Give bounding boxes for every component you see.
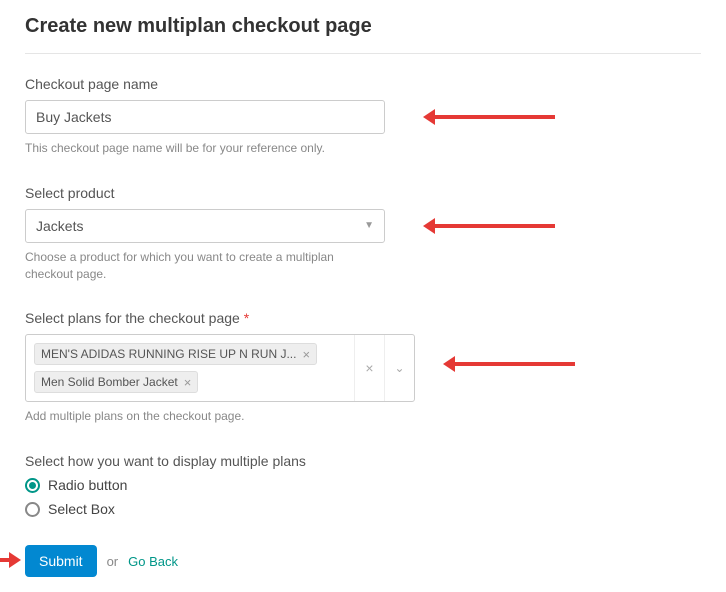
checkout-name-input[interactable]	[25, 100, 385, 134]
close-icon[interactable]: ×	[184, 376, 192, 389]
page-title: Create new multiplan checkout page	[25, 15, 701, 38]
annotation-arrow-icon	[435, 115, 555, 119]
display-label: Select how you want to display multiple …	[25, 453, 701, 469]
submit-button[interactable]: Submit	[25, 545, 97, 577]
field-product: Select product Jackets ▼ Choose a produc…	[25, 185, 701, 283]
radio-option-radio-button[interactable]: Radio button	[25, 477, 701, 493]
plans-label-text: Select plans for the checkout page	[25, 310, 240, 326]
required-marker: *	[244, 310, 249, 326]
plan-tag-label: MEN'S ADIDAS RUNNING RISE UP N RUN J...	[41, 347, 296, 361]
checkout-name-help: This checkout page name will be for your…	[25, 140, 385, 157]
form-actions: Submit or Go Back	[25, 545, 701, 577]
radio-option-select-box[interactable]: Select Box	[25, 501, 701, 517]
plans-tags-area: MEN'S ADIDAS RUNNING RISE UP N RUN J... …	[26, 335, 354, 401]
divider	[25, 53, 701, 54]
or-text: or	[107, 554, 119, 569]
field-display: Select how you want to display multiple …	[25, 453, 701, 517]
radio-label: Radio button	[48, 477, 127, 493]
annotation-arrow-icon	[455, 362, 575, 366]
checkout-name-label: Checkout page name	[25, 76, 701, 92]
plan-tag: Men Solid Bomber Jacket ×	[34, 371, 198, 393]
annotation-arrow-icon	[0, 558, 9, 562]
plans-help: Add multiple plans on the checkout page.	[25, 408, 385, 425]
go-back-link[interactable]: Go Back	[128, 554, 178, 569]
chevron-down-icon: ▼	[364, 220, 374, 231]
annotation-arrow-icon	[435, 224, 555, 228]
plan-tag-label: Men Solid Bomber Jacket	[41, 375, 178, 389]
radio-icon	[25, 502, 40, 517]
radio-label: Select Box	[48, 501, 115, 517]
close-icon[interactable]: ×	[302, 348, 310, 361]
product-select-value: Jackets	[36, 218, 83, 234]
product-label: Select product	[25, 185, 701, 201]
radio-icon	[25, 478, 40, 493]
clear-all-icon[interactable]: ×	[354, 335, 384, 401]
chevron-down-icon[interactable]: ⌄	[384, 335, 414, 401]
plans-multiselect[interactable]: MEN'S ADIDAS RUNNING RISE UP N RUN J... …	[25, 334, 415, 402]
plan-tag: MEN'S ADIDAS RUNNING RISE UP N RUN J... …	[34, 343, 317, 365]
plans-label: Select plans for the checkout page *	[25, 310, 701, 326]
product-help: Choose a product for which you want to c…	[25, 249, 385, 283]
field-plans: Select plans for the checkout page * MEN…	[25, 310, 701, 425]
field-checkout-name: Checkout page name This checkout page na…	[25, 76, 701, 157]
product-select[interactable]: Jackets ▼	[25, 209, 385, 243]
